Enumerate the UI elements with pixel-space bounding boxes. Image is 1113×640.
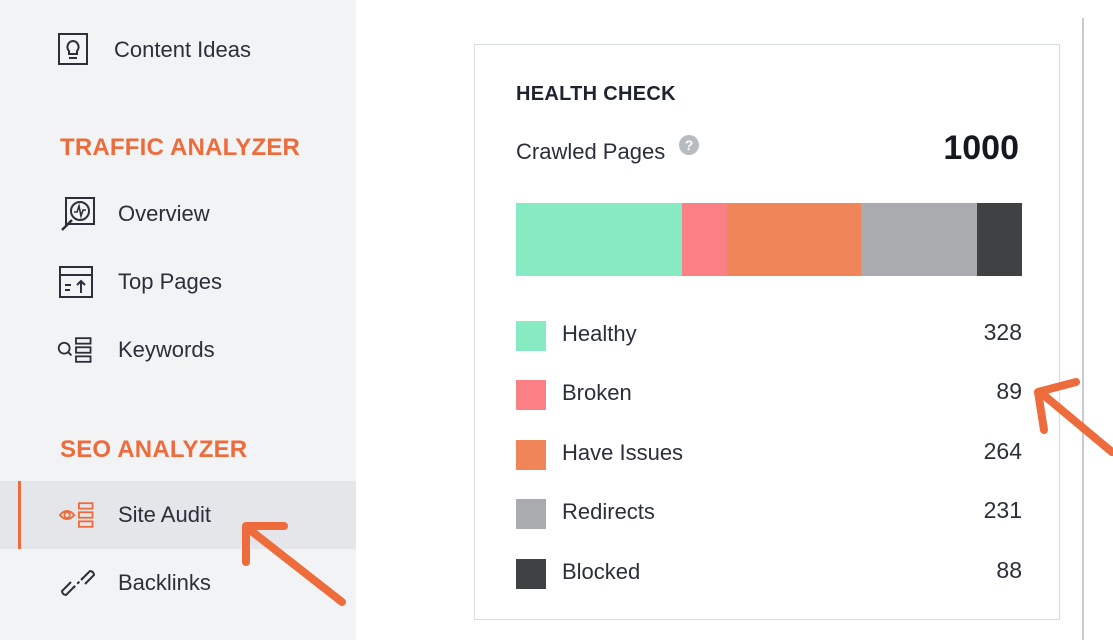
legend-row-redirects: Redirects 231 — [516, 493, 1022, 533]
legend-value: 89 — [996, 378, 1022, 404]
legend-label: Blocked — [562, 559, 641, 584]
legend-swatch — [516, 559, 546, 589]
annotation-arrow-site-audit — [242, 522, 346, 606]
legend-row-have-issues: Have Issues 264 — [516, 434, 1022, 474]
sidebar-item-label: Keywords — [118, 337, 215, 362]
site-audit-icon — [58, 495, 98, 535]
legend-label: Redirects — [562, 499, 655, 524]
crawled-pages-value: 1000 — [943, 129, 1019, 167]
legend-value: 328 — [983, 319, 1022, 345]
legend-swatch — [516, 440, 546, 470]
bar-segment-broken — [681, 203, 727, 276]
bar-segment-redirects — [860, 203, 978, 276]
legend-value: 264 — [983, 438, 1022, 464]
bar-segment-blocked — [977, 203, 1022, 276]
sidebar-item-label: Top Pages — [118, 269, 222, 294]
legend-swatch — [516, 380, 546, 410]
link-icon — [58, 563, 98, 603]
sidebar-item-overview[interactable]: Overview — [0, 180, 356, 248]
legend-label: Have Issues — [562, 440, 684, 465]
bar-segment-have-issues — [726, 203, 861, 276]
legend-value: 231 — [983, 497, 1022, 523]
panel-edge-divider — [1082, 18, 1084, 640]
sidebar-item-label: Site Audit — [118, 502, 211, 527]
overview-icon — [58, 194, 98, 234]
help-icon[interactable]: ? — [679, 135, 699, 155]
sidebar-item-keywords[interactable]: Keywords — [0, 316, 356, 384]
section-title-traffic-analyzer: TRAFFIC ANALYZER — [60, 134, 301, 161]
legend-swatch — [516, 321, 546, 351]
bar-segment-healthy — [516, 203, 682, 276]
legend-swatch — [516, 499, 546, 529]
sidebar-item-label: Overview — [118, 201, 210, 226]
legend-value: 88 — [996, 557, 1022, 583]
sidebar-item-label: Backlinks — [118, 570, 211, 595]
legend-label: Healthy — [562, 321, 637, 346]
health-check-card: HEALTH CHECK Crawled Pages ? 1000 Health… — [474, 44, 1060, 620]
health-stacked-bar — [516, 203, 1022, 276]
legend-row-broken: Broken 89 — [516, 374, 1022, 414]
legend-row-blocked: Blocked 88 — [516, 553, 1022, 593]
top-pages-icon — [56, 262, 96, 302]
crawled-pages-label: Crawled Pages — [516, 139, 666, 164]
sidebar-item-label: Content Ideas — [114, 37, 251, 62]
card-title: HEALTH CHECK — [516, 83, 676, 105]
legend-label: Broken — [562, 380, 632, 405]
annotation-arrow-broken — [1034, 378, 1113, 456]
sidebar-item-content-ideas[interactable]: Content Ideas — [0, 16, 356, 84]
sidebar-item-top-pages[interactable]: Top Pages — [0, 248, 356, 316]
lightbulb-icon — [54, 30, 94, 70]
keywords-icon — [56, 330, 96, 370]
legend-row-healthy: Healthy 328 — [516, 315, 1022, 355]
section-title-seo-analyzer: SEO ANALYZER — [60, 436, 248, 463]
